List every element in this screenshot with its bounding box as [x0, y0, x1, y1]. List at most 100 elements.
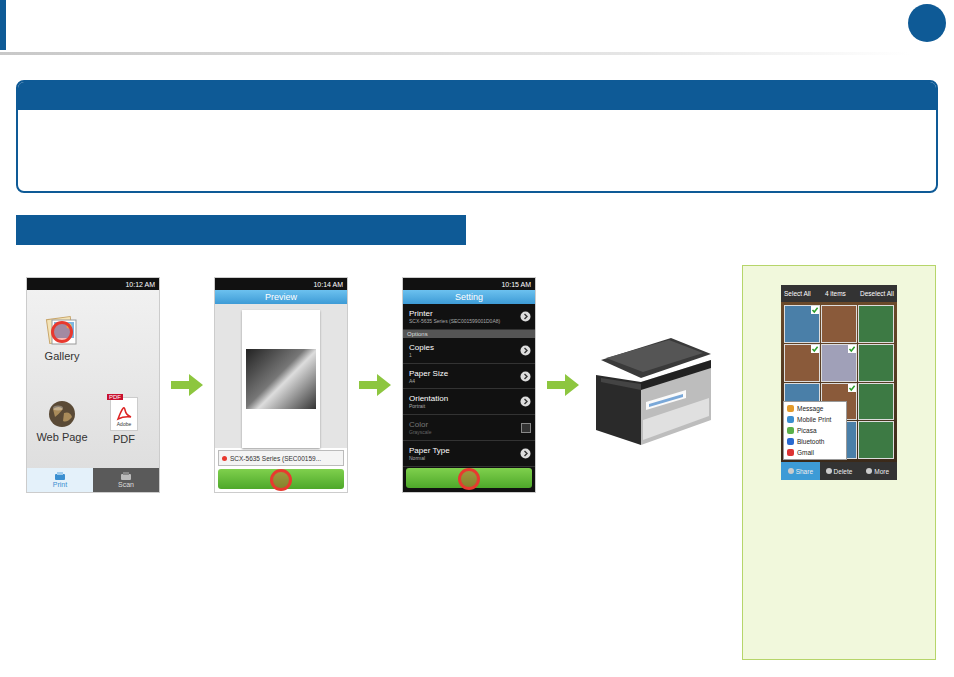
app-icon — [787, 427, 794, 434]
app-item[interactable]: Gallery — [31, 296, 93, 379]
setting-row[interactable]: Copies 1 — [403, 338, 535, 364]
next-arrow-icon — [171, 374, 203, 396]
setting-value: 1 — [409, 352, 434, 358]
tool-icon — [788, 468, 794, 474]
pdf-icon: PDF Adobe — [110, 397, 138, 431]
status-dot — [222, 456, 227, 461]
scanner-icon — [120, 472, 132, 481]
screen-title: Setting — [403, 290, 535, 304]
setting-value: A4 — [409, 378, 448, 384]
toolbar-button[interactable]: Share — [781, 462, 820, 480]
setting-row[interactable]: Orientation Portrait — [403, 389, 535, 415]
manual-page: 10:12 AM Gallery Web Page PDF Adobe PDF P… — [0, 0, 954, 677]
next-arrow-icon — [547, 374, 579, 396]
deselect-all-button[interactable]: Deselect All — [860, 290, 894, 297]
tab-bar: Print Scan — [27, 468, 159, 492]
selection-count: 4 items — [825, 290, 846, 297]
printer-select[interactable]: SCX-5635 Series (SEC00159... — [218, 450, 344, 466]
printer-name: SCX-5635 Series (SEC00159... — [230, 455, 321, 462]
setting-label: Paper Type — [409, 446, 450, 455]
note-box: Select All 4 items Deselect All Message … — [742, 265, 936, 660]
share-option[interactable]: Message — [784, 403, 846, 414]
setting-row[interactable]: Paper Size A4 — [403, 364, 535, 390]
status-time: 10:15 AM — [501, 281, 531, 288]
share-option-label: Message — [797, 405, 823, 412]
app-label: Gallery — [45, 350, 80, 362]
setting-screen: 10:15 AM Setting Printer SCX-5635 Series… — [403, 278, 535, 492]
printer-icon — [54, 472, 66, 481]
tab[interactable]: Print — [27, 468, 93, 492]
header-rule — [0, 52, 910, 55]
app-icon — [787, 416, 794, 423]
check-icon — [848, 345, 856, 353]
status-time: 10:14 AM — [313, 281, 343, 288]
share-option[interactable]: Bluetooth — [784, 436, 846, 447]
pdf-badge: PDF — [107, 394, 123, 400]
setting-value: Portrait — [409, 403, 448, 409]
paper-preview — [242, 310, 320, 448]
app-label: PDF — [113, 433, 135, 445]
check-icon — [811, 306, 819, 314]
acrobat-icon — [116, 407, 132, 421]
tap-marker — [270, 469, 292, 491]
thumbnail[interactable] — [785, 306, 819, 342]
app-icon — [787, 449, 794, 456]
print-button[interactable] — [406, 468, 532, 488]
gallery-toolbar: Share Delete More — [781, 462, 897, 480]
app-label: Web Page — [36, 431, 87, 443]
status-bar: 10:14 AM — [215, 278, 347, 290]
app-item[interactable]: Web Page — [31, 379, 93, 462]
next-arrow-icon — [359, 374, 391, 396]
app-item[interactable]: PDF Adobe PDF — [93, 379, 155, 462]
share-option-label: Gmail — [797, 449, 814, 456]
status-bar: 10:15 AM — [403, 278, 535, 290]
screen-title: Preview — [215, 290, 347, 304]
chevron-icon — [520, 396, 531, 407]
setting-label: Copies — [409, 343, 434, 352]
share-menu: Message Mobile Print Picasa Bluetooth Gm… — [783, 401, 847, 460]
setting-label: Paper Size — [409, 369, 448, 378]
setting-value: Normal — [409, 455, 450, 461]
tool-icon — [826, 468, 832, 474]
thumbnail[interactable] — [785, 345, 819, 381]
printer-icon — [591, 320, 716, 450]
setting-label: Orientation — [409, 394, 448, 403]
content-row: 10:12 AM Gallery Web Page PDF Adobe PDF P… — [0, 265, 954, 660]
section-heading — [16, 215, 466, 245]
share-option[interactable]: Picasa — [784, 425, 846, 436]
setting-row[interactable]: Paper Type Normal — [403, 441, 535, 467]
toolbar-button[interactable]: More — [858, 462, 897, 480]
print-button[interactable] — [218, 469, 344, 489]
status-bar: 10:12 AM — [27, 278, 159, 290]
thumbnail[interactable] — [859, 422, 893, 458]
pdf-brand: Adobe — [117, 421, 131, 427]
thumbnail[interactable] — [822, 345, 856, 381]
select-all-button[interactable]: Select All — [784, 290, 811, 297]
share-option[interactable]: Mobile Print — [784, 414, 846, 425]
setting-label: Printer — [409, 309, 500, 318]
check-icon — [848, 384, 856, 392]
thumbnail[interactable] — [822, 306, 856, 342]
info-box — [16, 80, 938, 193]
setting-row: Color Grayscale — [403, 415, 535, 441]
page-number-badge — [908, 4, 946, 42]
share-option[interactable]: Gmail — [784, 447, 846, 458]
tab[interactable]: Scan — [93, 468, 159, 492]
share-option-label: Bluetooth — [797, 438, 824, 445]
settings-list: Printer SCX-5635 Series (SEC001599001D0A… — [403, 304, 535, 467]
toolbar-label: Share — [796, 468, 813, 475]
chevron-icon — [520, 371, 531, 382]
app-icon — [787, 405, 794, 412]
steps-row: 10:12 AM Gallery Web Page PDF Adobe PDF P… — [27, 278, 716, 492]
thumbnail[interactable] — [859, 384, 893, 420]
checkbox — [521, 423, 531, 433]
app-icon — [787, 438, 794, 445]
globe-icon — [47, 399, 77, 429]
thumbnail[interactable] — [859, 345, 893, 381]
status-time: 10:12 AM — [125, 281, 155, 288]
setting-row[interactable]: Printer SCX-5635 Series (SEC001599001D0A… — [403, 304, 535, 330]
preview-area — [215, 304, 347, 448]
chevron-icon — [520, 345, 531, 356]
thumbnail[interactable] — [859, 306, 893, 342]
toolbar-button[interactable]: Delete — [820, 462, 859, 480]
